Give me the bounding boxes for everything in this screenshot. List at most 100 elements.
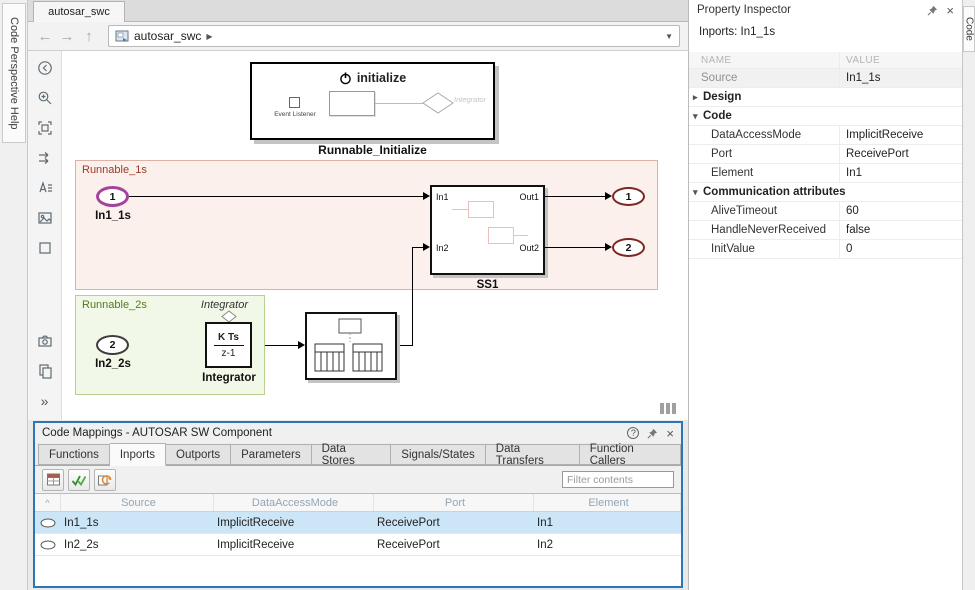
- tab-functions[interactable]: Functions: [38, 444, 110, 465]
- breadcrumb[interactable]: autosar_swc ▶ ▼: [108, 25, 680, 47]
- explorer-bar-icon[interactable]: [32, 55, 58, 81]
- event-listener-block[interactable]: [289, 97, 300, 108]
- table-row[interactable]: In2_2s ImplicitReceive ReceivePort In2: [35, 534, 681, 556]
- code-mappings-tabs: Functions Inports Outports Parameters Da…: [35, 443, 681, 466]
- cell-element[interactable]: In1: [534, 517, 681, 529]
- tab-parameters[interactable]: Parameters: [231, 444, 311, 465]
- column-port[interactable]: Port: [374, 494, 534, 511]
- property-row-initvalue: InitValue 0: [689, 240, 962, 259]
- chevron-right-icon[interactable]: ▸: [689, 92, 703, 103]
- tab-signals-states[interactable]: Signals/States: [391, 444, 486, 465]
- pin-icon[interactable]: [647, 428, 658, 439]
- runnable-initialize-block[interactable]: initialize Event Listener Integrator: [250, 62, 495, 140]
- update-mappings-icon[interactable]: [42, 469, 64, 491]
- help-tab-label: Code Perspective Help: [8, 17, 20, 130]
- tab-inports[interactable]: Inports: [110, 443, 166, 466]
- cell-source[interactable]: In2_2s: [61, 539, 214, 551]
- expand-toolbar-icon[interactable]: »: [32, 388, 58, 414]
- property-row-dataaccessmode: DataAccessMode ImplicitReceive: [689, 126, 962, 145]
- screenshot-icon[interactable]: [32, 328, 58, 354]
- chevron-down-icon[interactable]: ▾: [689, 187, 703, 198]
- close-icon[interactable]: ×: [946, 4, 954, 17]
- chevron-down-icon[interactable]: ▾: [689, 111, 703, 122]
- close-icon[interactable]: ×: [666, 427, 674, 440]
- ss1-port-in1: In1: [436, 192, 449, 202]
- inports-mapping-table: ^ Source DataAccessMode Port Element In1…: [35, 493, 681, 586]
- cell-source[interactable]: In1_1s: [61, 517, 214, 529]
- annotation-icon[interactable]: [32, 175, 58, 201]
- runnable-1s-region[interactable]: Runnable_1s: [75, 160, 658, 290]
- integrator-label: Integrator: [198, 372, 260, 384]
- fit-to-view-icon[interactable]: [32, 115, 58, 141]
- value-source[interactable]: In1_1s: [839, 69, 962, 87]
- value-alivetimeout[interactable]: 60: [839, 202, 962, 220]
- column-dataaccessmode[interactable]: DataAccessMode: [214, 494, 374, 511]
- outport-2[interactable]: 2: [612, 238, 645, 257]
- wire-in1-to-ss1[interactable]: [129, 196, 423, 197]
- breadcrumb-dropdown-icon[interactable]: ▼: [665, 32, 673, 41]
- back-icon[interactable]: ←: [34, 25, 56, 47]
- wire-sub2-out[interactable]: [398, 345, 413, 346]
- up-icon[interactable]: ↑: [78, 25, 100, 47]
- merge-diamond-icon: [422, 92, 454, 114]
- tab-code[interactable]: Code: [963, 6, 975, 52]
- column-element[interactable]: Element: [534, 494, 681, 511]
- breadcrumb-expand-icon[interactable]: ▶: [206, 32, 212, 41]
- validate-mappings-icon[interactable]: [68, 469, 90, 491]
- cell-dataaccessmode[interactable]: ImplicitReceive: [214, 539, 374, 551]
- outport-2-number: 2: [626, 242, 632, 254]
- value-handleneverreceived[interactable]: false: [839, 221, 962, 239]
- group-row-communication-attributes[interactable]: ▾ Communication attributes: [689, 183, 962, 202]
- wire-out2[interactable]: [545, 247, 605, 248]
- tab-function-callers[interactable]: Function Callers: [580, 444, 681, 465]
- copy-icon[interactable]: [32, 358, 58, 384]
- arrowhead: [605, 243, 612, 251]
- outport-1[interactable]: 1: [612, 187, 645, 206]
- inport-in2-2s[interactable]: 2: [96, 335, 129, 355]
- property-inspector-titlebar: Property Inspector ×: [689, 0, 962, 20]
- value-dataaccessmode[interactable]: ImplicitReceive: [839, 126, 962, 144]
- breadcrumb-model[interactable]: autosar_swc: [134, 29, 201, 43]
- value-initvalue[interactable]: 0: [839, 240, 962, 258]
- inport-in1-1s[interactable]: 1: [96, 186, 129, 207]
- help-icon[interactable]: ?: [627, 427, 639, 439]
- outport-1-number: 1: [626, 191, 632, 203]
- ss1-subsystem-block[interactable]: In1 In2 Out1 Out2: [430, 185, 545, 275]
- table-row[interactable]: In1_1s ImplicitReceive ReceivePort In1: [35, 512, 681, 534]
- generate-code-icon[interactable]: [94, 469, 116, 491]
- wire-sub2-vertical[interactable]: [412, 247, 413, 346]
- tab-data-stores[interactable]: Data Stores: [312, 444, 392, 465]
- column-source[interactable]: Source: [61, 494, 214, 511]
- code-tab-label: Code: [964, 17, 975, 41]
- cell-element[interactable]: In2: [534, 539, 681, 551]
- image-icon[interactable]: [32, 205, 58, 231]
- value-element[interactable]: In1: [839, 164, 962, 182]
- tab-data-transfers[interactable]: Data Transfers: [486, 444, 580, 465]
- group-row-code[interactable]: ▾ Code: [689, 107, 962, 126]
- forward-icon[interactable]: →: [56, 25, 78, 47]
- cell-port[interactable]: ReceivePort: [374, 539, 534, 551]
- canvas-resize-grip[interactable]: [660, 403, 676, 414]
- left-dock-strip: Code Perspective Help: [0, 0, 28, 590]
- group-row-design[interactable]: ▸ Design: [689, 88, 962, 107]
- route-arrows-icon[interactable]: [32, 145, 58, 171]
- simulink-canvas[interactable]: initialize Event Listener Integrator Run…: [62, 51, 688, 420]
- code-mappings-toolbar: [35, 466, 681, 493]
- cell-dataaccessmode[interactable]: ImplicitReceive: [214, 517, 374, 529]
- area-box-icon[interactable]: [32, 235, 58, 261]
- tab-code-perspective-help[interactable]: Code Perspective Help: [2, 3, 26, 143]
- value-port[interactable]: ReceivePort: [839, 145, 962, 163]
- init-inner-block[interactable]: [329, 91, 375, 116]
- tab-autosar-swc[interactable]: autosar_swc: [33, 1, 125, 22]
- zoom-in-icon[interactable]: [32, 85, 58, 111]
- cell-port[interactable]: ReceivePort: [374, 517, 534, 529]
- pin-icon[interactable]: [927, 5, 938, 16]
- subsystem-block[interactable]: [305, 312, 397, 380]
- integrator-block[interactable]: K Ts z-1: [205, 322, 252, 368]
- ss1-preview-block: [488, 227, 514, 244]
- sort-icon[interactable]: ^: [35, 494, 61, 511]
- wire-out1[interactable]: [545, 196, 605, 197]
- tab-outports[interactable]: Outports: [166, 444, 231, 465]
- filter-contents-input[interactable]: [562, 471, 674, 488]
- wire-to-in2[interactable]: [413, 247, 423, 248]
